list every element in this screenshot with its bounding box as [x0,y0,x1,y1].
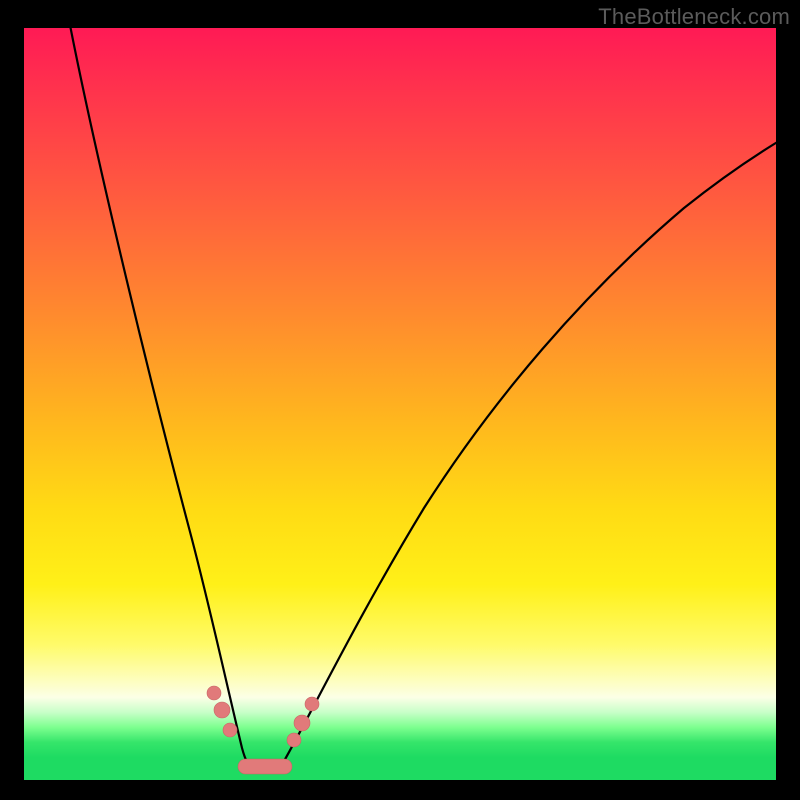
marker-dot [305,697,319,711]
marker-dot [207,686,221,700]
watermark-text: TheBottleneck.com [598,4,790,30]
marker-dot [223,723,237,737]
trough-markers [207,686,319,774]
marker-dot [287,733,301,747]
plot-area [24,28,776,780]
marker-dot [214,702,230,718]
marker-dot [294,715,310,731]
trough-capsule [238,759,292,774]
bottleneck-curve [24,28,776,780]
curve-right-branch [280,138,776,768]
chart-frame: TheBottleneck.com [0,0,800,800]
curve-left-branch [69,28,251,768]
